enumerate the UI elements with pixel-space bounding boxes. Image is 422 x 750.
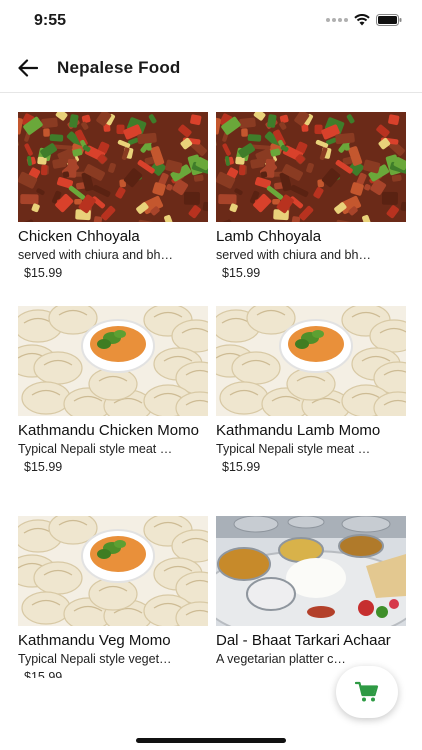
product-price: $15.99: [24, 460, 63, 474]
product-name: Lamb Chhoyala: [216, 228, 322, 245]
product-card-kathmandu-veg-momo[interactable]: Kathmandu Veg Momo Typical Nepali style …: [18, 516, 208, 678]
product-card-chicken-chhoyala[interactable]: Chicken Chhoyala served with chiura and …: [18, 112, 208, 312]
product-description: served with chiura and bh…: [216, 248, 371, 262]
product-name: Kathmandu Lamb Momo: [216, 422, 381, 439]
product-card-lamb-chhoyala[interactable]: Lamb Chhoyala served with chiura and bh……: [216, 112, 406, 312]
product-card-kathmandu-chicken-momo[interactable]: Kathmandu Chicken Momo Typical Nepali st…: [18, 306, 208, 506]
product-image: [18, 516, 208, 626]
product-description: Typical Nepali style meat …: [216, 442, 371, 456]
product-price: $15.99: [24, 670, 63, 678]
product-card-kathmandu-lamb-momo[interactable]: Kathmandu Lamb Momo Typical Nepali style…: [216, 306, 406, 506]
product-name: Dal - Bhaat Tarkari Achaar: [216, 632, 391, 649]
product-image: [216, 112, 406, 222]
status-bar: 9:55: [0, 0, 422, 44]
page-title: Nepalese Food: [57, 58, 181, 77]
shopping-cart-icon: [355, 681, 379, 702]
product-name: Kathmandu Chicken Momo: [18, 422, 199, 439]
product-price: $15.99: [24, 266, 63, 280]
product-description: Typical Nepali style veget…: [18, 652, 172, 666]
product-description: Typical Nepali style meat …: [18, 442, 173, 456]
wifi-icon: [354, 14, 370, 26]
status-time: 9:55: [34, 12, 67, 29]
product-price: $15.99: [222, 460, 261, 474]
battery-icon: [376, 14, 402, 26]
arrow-left-icon: [18, 59, 38, 77]
product-image: [216, 516, 406, 626]
product-description: A vegetarian platter c…: [216, 652, 346, 666]
product-description: served with chiura and bh…: [18, 248, 173, 262]
back-button[interactable]: [14, 54, 42, 82]
home-indicator: [136, 738, 286, 743]
product-image: [18, 112, 208, 222]
product-name: Kathmandu Veg Momo: [18, 632, 171, 649]
app-bar: Nepalese Food: [0, 44, 422, 93]
product-image: [216, 306, 406, 416]
product-grid: Chicken Chhoyala served with chiura and …: [0, 112, 422, 678]
product-price: $15.99: [222, 266, 261, 280]
product-card-dal-bhaat-tarkari-achaar[interactable]: Dal - Bhaat Tarkari Achaar A vegetarian …: [216, 516, 406, 678]
status-icons: [326, 14, 402, 26]
cart-button[interactable]: [336, 666, 398, 718]
signal-icon: [326, 18, 348, 22]
product-name: Chicken Chhoyala: [18, 228, 140, 245]
product-image: [18, 306, 208, 416]
